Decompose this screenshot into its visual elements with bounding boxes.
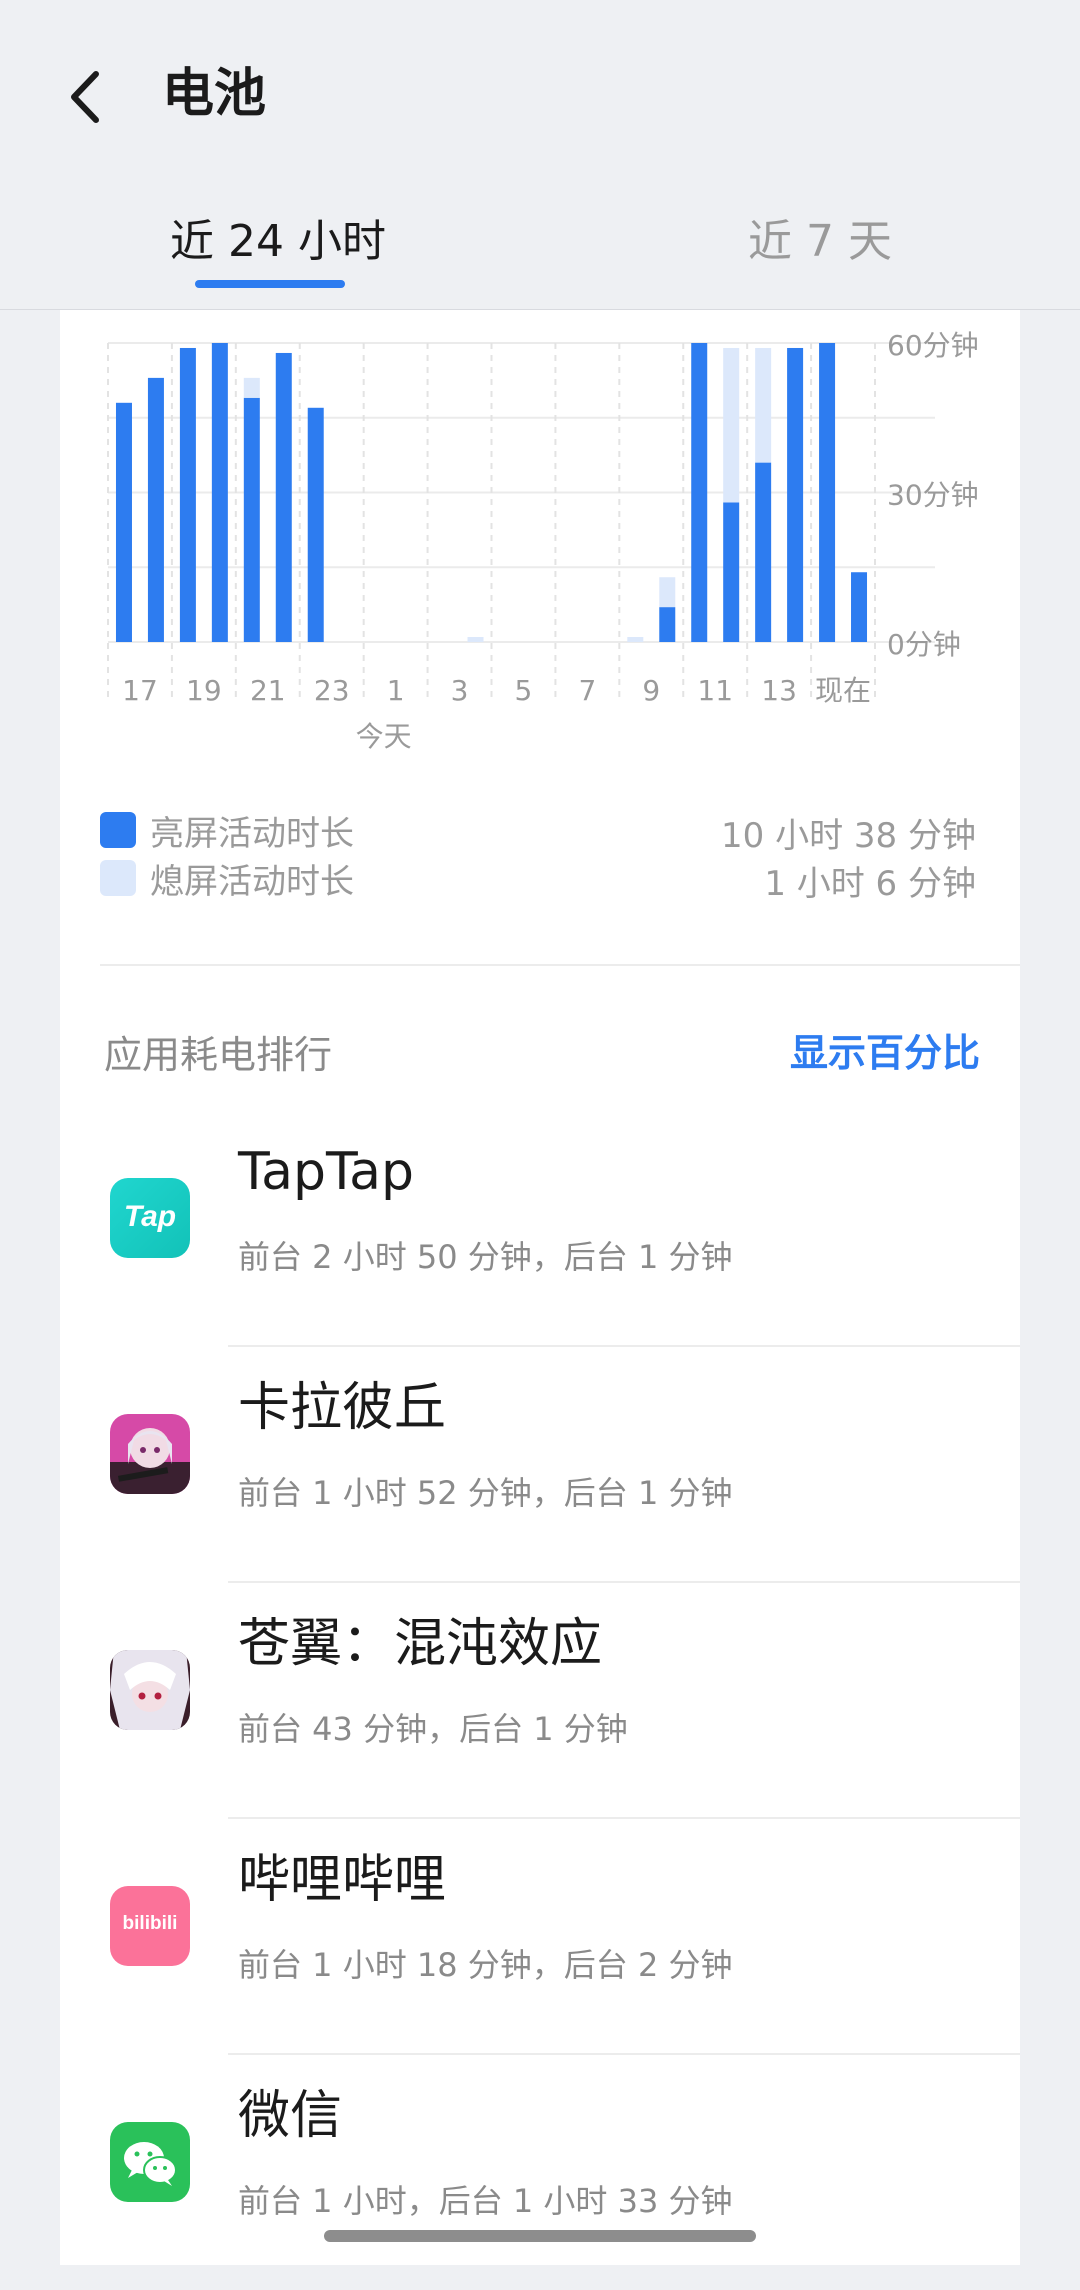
- bar-screen-on: [243, 397, 260, 642]
- x-tick-label: 7: [578, 674, 596, 707]
- chevron-left-icon: [71, 71, 99, 123]
- battery-usage-card: 60分钟 30分钟 0分钟 17 19 21 23 1 3 5 7 9 11 13 现在 今天 亮屏活动时长 …: [60, 310, 1020, 2265]
- legend-swatch-screen-on: [100, 812, 136, 848]
- app-name: 哔哩哔哩: [238, 1850, 447, 1910]
- app-usage-detail: 前台 43 分钟，后台 1 分钟: [238, 1710, 628, 1748]
- y-tick-label: 0分钟: [887, 628, 961, 661]
- wechat-icon-art: [124, 2142, 177, 2186]
- x-tick-label: 现在: [815, 674, 871, 707]
- bar-screen-on: [211, 343, 228, 642]
- x-tick-label: 17: [122, 674, 158, 707]
- bar-screen-off: [467, 637, 484, 642]
- bar-screen-on: [115, 402, 132, 642]
- app-name: 微信: [238, 2086, 343, 2146]
- bar-screen-on: [147, 377, 164, 642]
- active-tab-indicator: [195, 280, 345, 288]
- app-ranking-title: 应用耗电排行: [104, 1033, 333, 1077]
- y-tick-label: 30分钟: [887, 479, 979, 512]
- bilibili-app-icon: bilibili: [110, 1886, 190, 1966]
- screen-time-chart: 60分钟30分钟0分钟17 19 21 23 1 3 5 7 9 11 13 现在今天: [107, 329, 979, 753]
- karabichu-app-icon: [110, 1414, 190, 1494]
- tab-24-hours[interactable]: 近 24 小时: [170, 210, 386, 274]
- bar-screen-off: [243, 377, 260, 398]
- app-row-wechat[interactable]: 微信 前台 1 小时，后台 1 小时 33 分钟: [60, 2054, 1020, 2290]
- app-usage-detail: 前台 1 小时 18 分钟，后台 2 分钟: [238, 1946, 733, 1984]
- back-button[interactable]: [58, 62, 118, 132]
- bilibili-icon-text: bilibili: [122, 1913, 178, 1934]
- x-tick-label: 5: [515, 674, 533, 707]
- karabichu-icon-art: [110, 1414, 190, 1494]
- bar-screen-on: [787, 347, 804, 642]
- bar-screen-off: [659, 577, 676, 608]
- taptap-app-icon: Tap: [110, 1178, 190, 1258]
- bar-screen-on: [307, 407, 324, 642]
- taptap-icon-text: Tap: [123, 1200, 177, 1233]
- x-tick-label: 19: [186, 674, 222, 707]
- app-row-taptap[interactable]: Tap TapTap 前台 2 小时 50 分钟，后台 1 分钟: [60, 1110, 1020, 1347]
- show-percentage-button[interactable]: 显示百分比: [790, 1022, 980, 1077]
- bar-screen-on: [755, 462, 772, 642]
- tab-7-days[interactable]: 近 7 天: [748, 210, 892, 274]
- legend-label-screen-on: 亮屏活动时长: [150, 813, 354, 854]
- x-tick-label: 3: [451, 674, 469, 707]
- x-tick-label: 9: [642, 674, 660, 707]
- app-usage-detail: 前台 1 小时，后台 1 小时 33 分钟: [238, 2182, 733, 2220]
- legend-screen-off: 熄屏活动时长: [100, 856, 354, 902]
- bar-screen-off: [723, 347, 740, 503]
- x-tick-label: 1: [387, 674, 405, 707]
- bar-screen-on: [691, 343, 708, 642]
- section-divider: [100, 964, 1020, 966]
- blazblue-icon-art: [110, 1650, 190, 1730]
- bar-screen-on: [275, 352, 292, 642]
- wechat-app-icon: [110, 2122, 190, 2202]
- legend-label-screen-off: 熄屏活动时长: [150, 861, 354, 902]
- app-name: 卡拉彼丘: [238, 1378, 447, 1438]
- bar-screen-on: [659, 607, 676, 642]
- legend-value-screen-on: 10 小时 38 分钟: [721, 816, 976, 856]
- x-tick-label: 13: [761, 674, 797, 707]
- x-tick-label: 11: [697, 674, 733, 707]
- bar-screen-off: [627, 637, 644, 642]
- bar-screen-on: [819, 343, 836, 642]
- bar-screen-on: [179, 347, 196, 642]
- x-tick-label: 21: [250, 674, 286, 707]
- app-name: TapTap: [238, 1142, 415, 1202]
- x-tick-label: 23: [314, 674, 350, 707]
- app-header: 电池 近 24 小时 近 7 天: [0, 0, 1080, 310]
- blazblue-app-icon: [110, 1650, 190, 1730]
- bar-screen-on: [723, 502, 740, 642]
- x-axis-sublabel: 今天: [356, 720, 412, 753]
- app-row-bilibili[interactable]: bilibili 哔哩哔哩 前台 1 小时 18 分钟，后台 2 分钟: [60, 1818, 1020, 2055]
- y-tick-label: 60分钟: [887, 329, 979, 362]
- app-name: 苍翼：混沌效应: [238, 1614, 603, 1674]
- bar-screen-off: [755, 347, 772, 463]
- page-title: 电池: [162, 64, 267, 124]
- home-indicator[interactable]: [324, 2230, 756, 2242]
- app-usage-detail: 前台 2 小时 50 分钟，后台 1 分钟: [238, 1238, 733, 1276]
- app-row-karabichu[interactable]: 卡拉彼丘 前台 1 小时 52 分钟，后台 1 分钟: [60, 1346, 1020, 1583]
- legend-swatch-screen-off: [100, 860, 136, 896]
- legend-value-screen-off: 1 小时 6 分钟: [764, 864, 976, 904]
- app-usage-detail: 前台 1 小时 52 分钟，后台 1 分钟: [238, 1474, 733, 1512]
- app-row-blazblue[interactable]: 苍翼：混沌效应 前台 43 分钟，后台 1 分钟: [60, 1582, 1020, 1819]
- legend-screen-on: 亮屏活动时长: [100, 808, 354, 854]
- bar-screen-on: [851, 572, 868, 642]
